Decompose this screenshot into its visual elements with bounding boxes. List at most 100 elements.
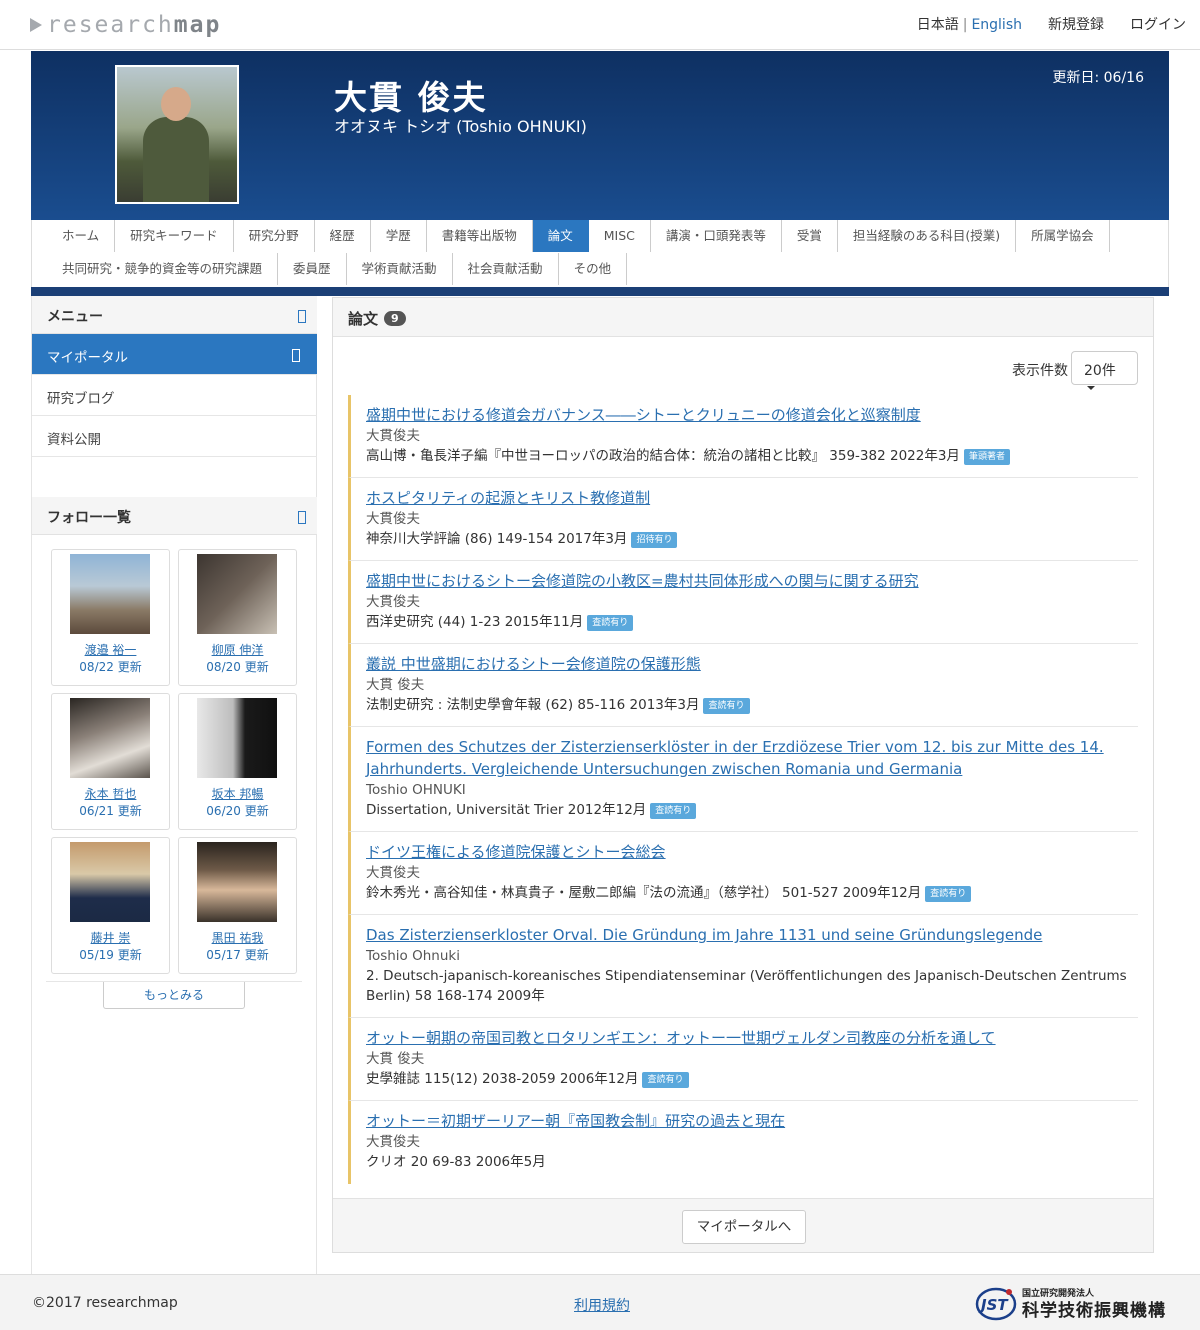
follow-card[interactable]: 黒田 祐我 05/17 更新	[178, 837, 297, 974]
paper-title-link[interactable]: 盛期中世におけるシトー会修道院の小教区=農村共同体形成への関与に関する研究	[366, 561, 1138, 592]
paper-item: オットー朝期の帝国司教とロタリンギエン：オットー一世期ヴェルダン司教座の分析を通…	[348, 1018, 1138, 1101]
paper-title-link[interactable]: 叢説 中世盛期におけるシトー会修道院の保護形態	[366, 644, 1138, 675]
paper-venue-text: 神奈川大学評論 (86) 149-154 2017年3月	[366, 531, 628, 547]
tab-row2-4[interactable]: その他	[559, 253, 628, 285]
paper-venue-text: 史學雑誌 115(12) 2038-2059 2006年12月	[366, 1071, 639, 1087]
lang-en-link[interactable]: English	[971, 17, 1022, 33]
follow-header[interactable]: フォロー一覧	[32, 497, 317, 535]
tab-row1-7[interactable]: MISC	[589, 220, 651, 252]
tab-row1-1[interactable]: 研究キーワード	[115, 220, 234, 252]
follow-title: フォロー一覧	[47, 510, 131, 526]
follow-avatar[interactable]	[70, 842, 150, 922]
paper-title-link[interactable]: オットー朝期の帝国司教とロタリンギエン：オットー一世期ヴェルダン司教座の分析を通…	[366, 1018, 1138, 1049]
paper-author: 大貫俊夫	[366, 428, 420, 444]
paper-venue: 法制史研究 : 法制史學會年報 (62) 85-116 2013年3月 査読有り	[366, 695, 1138, 715]
paper-author: 大貫俊夫	[366, 511, 420, 527]
page-size-value: 20件	[1084, 363, 1116, 379]
review-tag-badge: 査読有り	[587, 615, 634, 631]
myportal-button[interactable]: マイポータルへ	[682, 1210, 806, 1244]
tab-row1-0[interactable]: ホーム	[47, 220, 116, 252]
paper-venue-text: 法制史研究 : 法制史學會年報 (62) 85-116 2013年3月	[366, 697, 700, 713]
collapse-icon[interactable]	[298, 511, 306, 524]
tab-row2-3[interactable]: 社会貢献活動	[453, 253, 559, 285]
paper-venue: Dissertation, Universität Trier 2012年12月…	[366, 800, 1138, 820]
tab-row1-6[interactable]: 論文	[532, 220, 589, 252]
follow-name-link[interactable]: 黒田 祐我	[179, 929, 296, 946]
tab-row1-11[interactable]: 所属学協会	[1016, 220, 1110, 252]
login-link[interactable]: ログイン	[1130, 14, 1186, 34]
paper-title-link[interactable]: ドイツ王権による修道院保護とシトー会総会	[366, 832, 1138, 863]
paper-title-link[interactable]: 盛期中世における修道会ガバナンス――シトーとクリュニーの修道会化と巡察制度	[366, 395, 1138, 426]
paper-title-link[interactable]: オットー＝初期ザーリアー朝『帝国教会制』研究の過去と現在	[366, 1101, 1138, 1132]
paper-title-link[interactable]: Das Zisterzienserkloster Orval. Die Grün…	[366, 915, 1138, 946]
follow-updated: 08/22 更新	[79, 660, 142, 674]
paper-item: ホスピタリティの起源とキリスト教修道制大貫俊夫神奈川大学評論 (86) 149-…	[348, 478, 1138, 561]
paper-venue-text: 2. Deutsch-japanisch-koreanisches Stipen…	[366, 968, 1127, 1004]
paper-author: 大貫 俊夫	[366, 1051, 425, 1067]
signup-link[interactable]: 新規登録	[1048, 14, 1104, 34]
page-size-dropdown[interactable]: 20件	[1071, 351, 1138, 390]
researchmap-logo[interactable]: research map	[30, 12, 221, 38]
tab-row2-1[interactable]: 委員歴	[278, 253, 347, 285]
paper-author: Toshio OHNUKI	[366, 782, 466, 798]
tab-row-2: 共同研究・競争的資金等の研究課題 委員歴 学術貢献活動 社会貢献活動 その他	[47, 253, 628, 285]
top-bar: research map 日本語 | English 新規登録 ログイン	[0, 0, 1200, 50]
tab-row1-10[interactable]: 担当経験のある科目(授業)	[838, 220, 1017, 252]
page-size-label: 表示件数	[1012, 363, 1068, 379]
follow-avatar[interactable]	[197, 698, 277, 778]
tab-row1-4[interactable]: 学歴	[371, 220, 427, 252]
sidebar-item-myportal[interactable]: マイポータル	[32, 334, 317, 375]
follow-avatar[interactable]	[70, 554, 150, 634]
tab-row1-5[interactable]: 書籍等出版物	[427, 220, 533, 252]
paper-title-link[interactable]: ホスピタリティの起源とキリスト教修道制	[366, 478, 1138, 509]
paper-item: 叢説 中世盛期におけるシトー会修道院の保護形態 大貫 俊夫 法制史研究 : 法制史學…	[348, 644, 1138, 727]
page-footer: ©2017 researchmap 利用規約 JST 国立研究開発法人 科学技術…	[0, 1274, 1200, 1330]
paper-item: オットー＝初期ザーリアー朝『帝国教会制』研究の過去と現在 大貫俊夫 クリオ 20 6…	[348, 1101, 1138, 1184]
tab-row1-2[interactable]: 研究分野	[234, 220, 315, 252]
follow-name-link[interactable]: 柳原 伸洋	[179, 641, 296, 658]
follow-name-link[interactable]: 永本 哲也	[52, 785, 169, 802]
profile-header: 大貫 俊夫 オオヌキ トシオ (Toshio OHNUKI) 更新日: 06/1…	[31, 51, 1169, 220]
profile-kana: オオヌキ トシオ (Toshio OHNUKI)	[334, 117, 587, 136]
tab-row1-3[interactable]: 経歴	[315, 220, 371, 252]
follow-card[interactable]: 渡邉 裕一 08/22 更新	[51, 549, 170, 686]
count-badge: 9	[384, 311, 406, 326]
follow-card[interactable]: 藤井 崇 05/19 更新	[51, 837, 170, 974]
logo-text-light: research	[47, 12, 174, 38]
paper-author: 大貫俊夫	[366, 865, 420, 881]
tab-row2-0[interactable]: 共同研究・競争的資金等の研究課題	[47, 253, 279, 285]
play-triangle-icon	[30, 18, 42, 32]
terms-link[interactable]: 利用規約	[574, 1295, 630, 1315]
jst-logo-text: JST	[978, 1296, 1009, 1314]
tab-row2-2[interactable]: 学術貢献活動	[347, 253, 453, 285]
review-tag-badge: 招待有り	[631, 532, 678, 548]
menu-header[interactable]: メニュー	[32, 296, 317, 334]
collapse-icon[interactable]	[292, 349, 300, 362]
follow-card[interactable]: 坂本 邦暢 06/20 更新	[178, 693, 297, 830]
show-more-button[interactable]: もっとみる	[103, 982, 245, 1009]
paper-item: ドイツ王権による修道院保護とシトー会総会大貫俊夫鈴木秀光・高谷知佳・林真貴子・屋…	[348, 832, 1138, 915]
panel-footer: マイポータルへ	[333, 1198, 1153, 1252]
follow-card[interactable]: 柳原 伸洋 08/20 更新	[178, 549, 297, 686]
paper-venue-text: 鈴木秀光・高谷知佳・林真貴子・屋敷二郎編『法の流通』（慈学社） 501-527 …	[366, 885, 922, 901]
follow-avatar[interactable]	[197, 842, 277, 922]
paper-author: Toshio Ohnuki	[366, 948, 460, 964]
follow-name-link[interactable]: 藤井 崇	[52, 929, 169, 946]
sidebar-item-materials[interactable]: 資料公開	[32, 416, 317, 457]
follow-card[interactable]: 永本 哲也 06/21 更新	[51, 693, 170, 830]
follow-updated: 06/21 更新	[79, 804, 142, 818]
follow-avatar[interactable]	[197, 554, 277, 634]
profile-photo	[115, 65, 239, 204]
menu-title: メニュー	[47, 309, 103, 325]
follow-avatar[interactable]	[70, 698, 150, 778]
jst-logo-mark[interactable]: JST	[975, 1285, 1017, 1321]
sidebar-item-blog[interactable]: 研究ブログ	[32, 375, 317, 416]
collapse-icon[interactable]	[298, 310, 306, 323]
paper-venue-text: 高山博・亀長洋子編『中世ヨーロッパの政治的結合体：統治の諸相と比較』 359-3…	[366, 448, 960, 464]
tab-row1-9[interactable]: 受賞	[782, 220, 838, 252]
tab-row1-8[interactable]: 講演・口頭発表等	[651, 220, 782, 252]
lang-ja-link[interactable]: 日本語	[917, 17, 959, 33]
follow-name-link[interactable]: 渡邉 裕一	[52, 641, 169, 658]
follow-name-link[interactable]: 坂本 邦暢	[179, 785, 296, 802]
paper-title-link[interactable]: Formen des Schutzes der Zisterzienserklö…	[366, 727, 1138, 780]
